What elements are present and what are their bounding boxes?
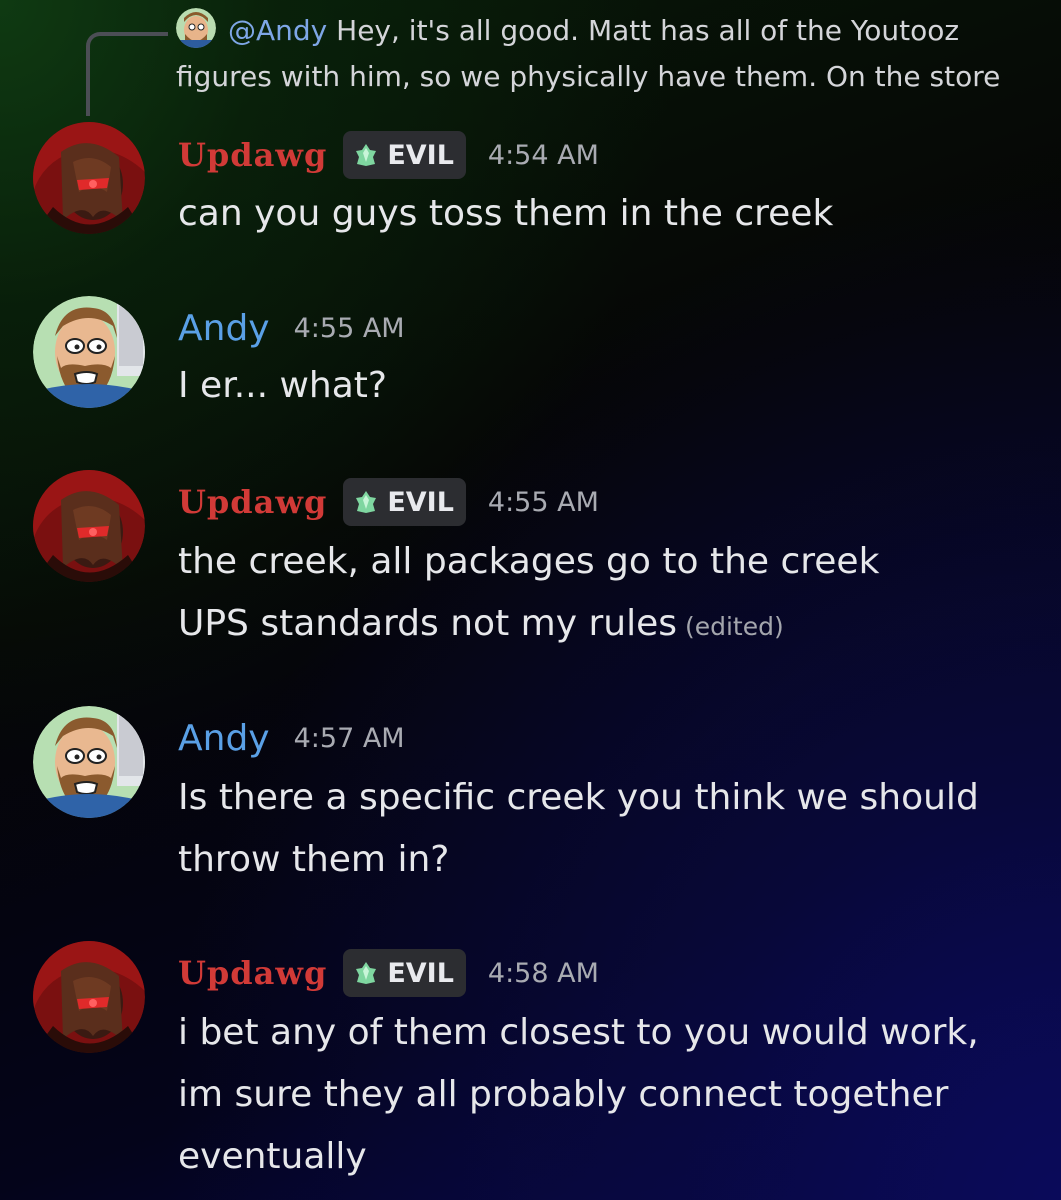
author-name[interactable]: Andy (178, 308, 270, 349)
andy-avatar[interactable] (33, 706, 145, 818)
reply-text-line2: figures with him, so we physically have … (176, 60, 1001, 93)
message-header: Andy 4:55 AM (178, 300, 405, 356)
message-line: eventually (178, 1136, 367, 1177)
message-content: Is there a specific creek you think we s… (178, 767, 979, 891)
andy-reply-avatar[interactable] (176, 8, 216, 48)
green-crystal-icon (356, 962, 377, 984)
updawg-avatar[interactable] (33, 122, 145, 234)
message-content: the creek, all packages go to the creek … (178, 531, 879, 658)
updawg-avatar[interactable] (33, 470, 145, 582)
tag-label: EVIL (387, 139, 454, 171)
message-header: Updawg EVIL 4:54 AM (178, 127, 599, 183)
reply-spine (86, 32, 168, 116)
server-tag[interactable]: EVIL (343, 949, 466, 997)
message-line: i bet any of them closest to you would w… (178, 1012, 979, 1053)
timestamp[interactable]: 4:54 AM (488, 140, 599, 171)
author-name[interactable]: Andy (178, 718, 270, 759)
message-line: Is there a specific creek you think we s… (178, 777, 979, 818)
message-line: UPS standards not my rules (178, 603, 677, 644)
green-crystal-icon (356, 491, 377, 513)
andy-avatar[interactable] (33, 296, 145, 408)
message-line: can you guys toss them in the creek (178, 193, 834, 234)
tag-label: EVIL (387, 957, 454, 989)
reply-preview[interactable]: @Andy Hey, it's all good. Matt has all o… (176, 8, 1036, 100)
author-name[interactable]: Updawg (178, 483, 327, 521)
timestamp[interactable]: 4:55 AM (294, 313, 405, 344)
author-name[interactable]: Updawg (178, 136, 327, 174)
reply-text-line1: Hey, it's all good. Matt has all of the … (327, 14, 960, 47)
message-content: can you guys toss them in the creek (178, 183, 833, 245)
message-line: im sure they all probably connect togeth… (178, 1074, 949, 1115)
server-tag[interactable]: EVIL (343, 131, 466, 179)
message-line: throw them in? (178, 839, 450, 880)
edited-label: (edited) (684, 612, 784, 641)
tag-label: EVIL (387, 486, 454, 518)
message-content: I er... what? (178, 355, 387, 417)
timestamp[interactable]: 4:55 AM (488, 487, 599, 518)
timestamp[interactable]: 4:57 AM (294, 723, 405, 754)
server-tag[interactable]: EVIL (343, 478, 466, 526)
message-header: Updawg EVIL 4:58 AM (178, 945, 599, 1001)
message-content: i bet any of them closest to you would w… (178, 1002, 979, 1188)
message-header: Andy 4:57 AM (178, 710, 405, 766)
message-line: I er... what? (178, 365, 388, 406)
reply-mention[interactable]: @Andy (228, 14, 327, 47)
updawg-avatar[interactable] (33, 941, 145, 1053)
message-line: the creek, all packages go to the creek (178, 541, 880, 582)
author-name[interactable]: Updawg (178, 954, 327, 992)
message-header: Updawg EVIL 4:55 AM (178, 474, 599, 530)
timestamp[interactable]: 4:58 AM (488, 958, 599, 989)
green-crystal-icon (356, 144, 377, 166)
